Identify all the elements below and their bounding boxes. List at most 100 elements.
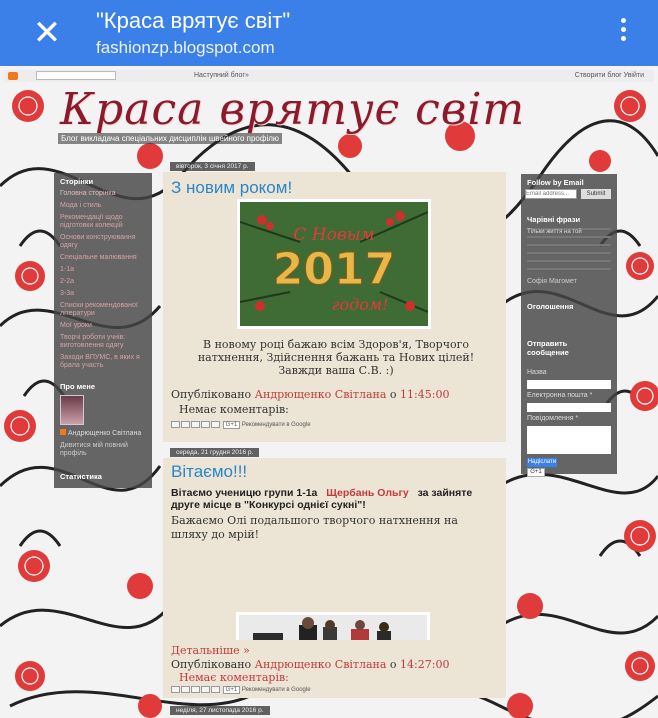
twitter-share-icon[interactable]	[191, 421, 200, 428]
browser-toolbar: ✕ "Краса врятує світ" fashionzp.blogspot…	[0, 0, 658, 66]
sidebar-page-link[interactable]: Заходи ВПУМС, в яких я брала участь	[54, 352, 152, 372]
about-name-text[interactable]: Андрющенко Світлана	[68, 430, 141, 437]
svg-text:С Новым: С Новым	[293, 225, 374, 245]
congrats-heading: Вітаємо ученицю групи 1-1а Щербань Ольгу…	[171, 487, 497, 511]
congrats-intro: Вітаємо ученицю групи 1-1а	[171, 487, 318, 499]
g-plus-button[interactable]: G+1	[527, 468, 545, 477]
follow-heading: Follow by Email	[527, 178, 584, 187]
post-body: В новому році бажаю всім Здоров'я, Творч…	[197, 338, 475, 377]
follow-form: Submit	[521, 189, 617, 201]
close-icon[interactable]: ✕	[30, 16, 64, 50]
contact-heading: Отправить сообщение	[527, 339, 569, 357]
share-bar: G+1 Рекомендувати в Google	[171, 686, 311, 695]
share-bar: G+1 Рекомендувати в Google	[171, 421, 311, 430]
ads-heading: Оголошення	[527, 302, 574, 311]
quote-author: Софія Магомет	[527, 278, 577, 285]
sidebar-page-link[interactable]: Мода і стиль	[54, 200, 152, 212]
sidebar-page-link[interactable]: Головна сторінка	[54, 188, 152, 200]
view-profile-link[interactable]: Дивитися мій повний профіль	[54, 440, 152, 460]
post-title[interactable]: Вітаємо!!!	[171, 462, 247, 482]
blog-page: Наступний блог» Створити блог Увійти Кра…	[0, 66, 658, 718]
page-url[interactable]: fashionzp.blogspot.com	[96, 38, 275, 58]
published-prefix: Опубліковано	[171, 658, 252, 671]
read-more-link[interactable]: Детальніше »	[171, 644, 250, 657]
blogger-navbar: Наступний блог» Створити блог Увійти	[4, 70, 654, 82]
author-link[interactable]: Андрющенко Світлана	[255, 388, 387, 401]
pages-heading: Сторінки	[60, 177, 94, 186]
twitter-share-icon[interactable]	[191, 686, 200, 693]
next-blog-link[interactable]: Наступний блог»	[194, 72, 249, 79]
pinterest-share-icon[interactable]	[211, 686, 220, 693]
time-link[interactable]: 14:27:00	[400, 658, 449, 671]
sidebar-page-link[interactable]: 1-1а	[54, 264, 152, 276]
post-date: неділя, 27 листопада 2016 р.	[170, 706, 270, 715]
sidebar-page-link[interactable]: Рекомендації щодо підготовки колекцій	[54, 212, 152, 232]
comments-link[interactable]: Немає коментарів:	[179, 671, 289, 684]
post-footer: Опубліковано Андрющенко Світлана о 14:27…	[171, 658, 449, 671]
avatar[interactable]	[60, 395, 84, 425]
stats-heading: Статистика	[60, 472, 102, 481]
contact-email-input[interactable]	[527, 403, 611, 412]
blog-title[interactable]: Краса врятує світ	[60, 84, 525, 135]
quotes-heading: Чарівні фрази	[527, 215, 581, 224]
more-vert-icon[interactable]	[618, 18, 628, 48]
post-congrats-meta: Детальніше » Опубліковано Андрющенко Сві…	[163, 640, 506, 698]
new-year-image[interactable]: С Новым 2017 годом!	[237, 199, 431, 329]
sidebar-page-link[interactable]: Списки рекомендованої літератури	[54, 300, 152, 320]
recommend-text: Рекомендувати в Google	[241, 422, 311, 429]
email-subscribe-input[interactable]	[525, 189, 577, 199]
author-link[interactable]: Андрющенко Світлана	[255, 658, 387, 671]
post-date: вівторок, 3 січня 2017 р.	[170, 162, 255, 171]
student-name: Щербань Ольгу	[326, 487, 409, 499]
comments-link[interactable]: Немає коментарів:	[179, 403, 289, 416]
blog-share-icon[interactable]	[181, 686, 190, 693]
about-name[interactable]: Андрющенко Світлана	[54, 427, 152, 440]
email-share-icon[interactable]	[171, 421, 180, 428]
post-new-year: З новим роком! С Новым 2017 годом! В нов…	[163, 172, 506, 442]
quote-text: Тільки життя на той	[527, 229, 582, 235]
sidebar-page-link[interactable]: Творчі роботи учнів: виготовлення одягу	[54, 332, 152, 352]
new-year-card-illustration: С Новым 2017 годом!	[240, 202, 428, 326]
submit-button[interactable]: Submit	[581, 189, 611, 199]
post-title[interactable]: З новим роком!	[171, 178, 292, 198]
post-body: Бажаємо Олі подальшого творчого натхненн…	[171, 514, 458, 541]
at-label: о	[389, 388, 397, 401]
email-share-icon[interactable]	[171, 686, 180, 693]
sidebar-page-link[interactable]: Мої уроки	[54, 320, 152, 332]
blog-search-input[interactable]	[36, 71, 116, 80]
create-blog-link[interactable]: Створити блог Увійти	[575, 72, 644, 79]
blogger-icon	[60, 429, 66, 435]
contact-name-input[interactable]	[527, 380, 611, 389]
facebook-share-icon[interactable]	[201, 686, 210, 693]
blogger-logo-icon[interactable]	[8, 72, 18, 80]
name-label: Назва	[527, 369, 547, 376]
time-link[interactable]: 11:45:00	[400, 388, 449, 401]
post-footer: Опубліковано Андрющенко Світлана о 11:45…	[171, 388, 449, 401]
post-congrats: Вітаємо!!! Вітаємо ученицю групи 1-1а Ще…	[163, 458, 506, 696]
sidebar-page-link[interactable]: Основи конструювання одягу	[54, 232, 152, 252]
facebook-share-icon[interactable]	[201, 421, 210, 428]
g-plus-icon[interactable]: G+1	[222, 421, 241, 430]
about-heading: Про мене	[60, 382, 96, 391]
email-label: Електронна пошта *	[527, 392, 593, 399]
contact-message-input[interactable]	[527, 426, 611, 454]
published-prefix: Опубліковано	[171, 388, 252, 401]
right-sidebar: Follow by Email Submit Чарівні фрази Тіл…	[521, 174, 617, 474]
svg-text:годом!: годом!	[331, 295, 388, 314]
at-label: о	[389, 658, 397, 671]
left-sidebar: Сторінки Головна сторінка Мода і стиль Р…	[54, 173, 152, 488]
sidebar-page-link[interactable]: Спеціальне малювання	[54, 252, 152, 264]
page-title: "Краса врятує світ"	[96, 8, 291, 33]
post-date: середа, 21 грудня 2016 р.	[170, 448, 260, 457]
recommend-text: Рекомендувати в Google	[241, 687, 311, 694]
message-label: Повідомлення *	[527, 415, 579, 422]
quote-text-block: Тільки життя на той	[527, 228, 611, 274]
sidebar-page-link[interactable]: 2-2а	[54, 276, 152, 288]
blog-description: Блог викладача спеціальних дисциплін шве…	[58, 133, 282, 144]
g-plus-icon[interactable]: G+1	[222, 686, 241, 695]
pinterest-share-icon[interactable]	[211, 421, 220, 428]
send-button[interactable]: Надіслати	[527, 458, 557, 467]
svg-text:2017: 2017	[273, 244, 395, 295]
sidebar-page-link[interactable]: 3-3а	[54, 288, 152, 300]
blog-share-icon[interactable]	[181, 421, 190, 428]
